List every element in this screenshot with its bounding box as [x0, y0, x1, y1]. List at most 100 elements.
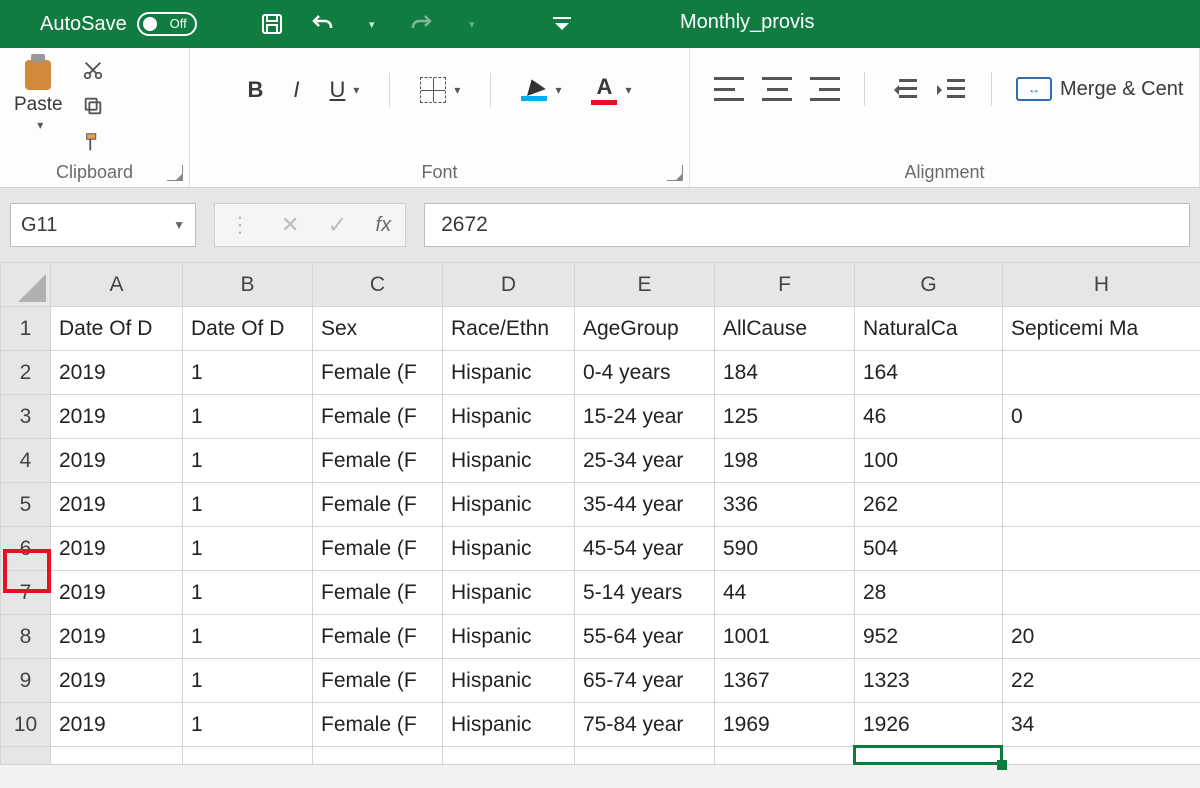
cell[interactable]: Hispanic	[443, 571, 575, 615]
cell[interactable]: 504	[855, 527, 1003, 571]
cell[interactable]	[51, 747, 183, 765]
cut-icon[interactable]	[81, 58, 105, 82]
chevron-down-icon[interactable]: ▾	[454, 83, 460, 97]
col-header-B[interactable]: B	[183, 263, 313, 307]
cell[interactable]: 2019	[51, 703, 183, 747]
cell[interactable]: 2019	[51, 571, 183, 615]
undo-icon[interactable]	[307, 9, 337, 39]
cell[interactable]: Date Of D	[51, 307, 183, 351]
cell[interactable]: 1	[183, 615, 313, 659]
table-row[interactable]: 720191Female (FHispanic5-14 years4428	[1, 571, 1200, 615]
cell[interactable]: 336	[715, 483, 855, 527]
redo-dropdown-icon[interactable]: ▾	[457, 9, 487, 39]
cell[interactable]: Hispanic	[443, 395, 575, 439]
bold-button[interactable]: B	[241, 75, 269, 105]
sheet-table[interactable]: A B C D E F G H 1 Date Of D Date Of D Se…	[0, 262, 1200, 765]
align-right-button[interactable]	[810, 77, 840, 101]
cell[interactable]: Hispanic	[443, 659, 575, 703]
copy-icon[interactable]	[81, 94, 105, 118]
col-header-F[interactable]: F	[715, 263, 855, 307]
cell[interactable]: 2019	[51, 351, 183, 395]
table-row[interactable]: 1 Date Of D Date Of D Sex Race/Ethn AgeG…	[1, 307, 1200, 351]
cell[interactable]	[855, 747, 1003, 765]
cell[interactable]: 55-64 year	[575, 615, 715, 659]
cell[interactable]: 45-54 year	[575, 527, 715, 571]
chevron-down-icon[interactable]: ▾	[353, 83, 359, 97]
fill-handle[interactable]	[997, 760, 1007, 770]
row-header[interactable]: 6	[1, 527, 51, 571]
cell[interactable]: Female (F	[313, 571, 443, 615]
chevron-down-icon[interactable]: ▾	[625, 83, 631, 97]
dialog-launcher-icon[interactable]	[667, 165, 683, 181]
cell[interactable]	[715, 747, 855, 765]
cell[interactable]: 100	[855, 439, 1003, 483]
col-header-C[interactable]: C	[313, 263, 443, 307]
cell[interactable]: Hispanic	[443, 483, 575, 527]
row-header[interactable]: 5	[1, 483, 51, 527]
col-header-E[interactable]: E	[575, 263, 715, 307]
cell[interactable]: 1	[183, 483, 313, 527]
table-row[interactable]: 320191Female (FHispanic15-24 year125460	[1, 395, 1200, 439]
cell[interactable]: 1	[183, 351, 313, 395]
cell[interactable]: Sex	[313, 307, 443, 351]
autosave-toggle[interactable]: AutoSave Off	[40, 12, 197, 36]
cell[interactable]	[1003, 351, 1200, 395]
cell[interactable]	[313, 747, 443, 765]
cell[interactable]: 44	[715, 571, 855, 615]
spreadsheet-grid[interactable]: A B C D E F G H 1 Date Of D Date Of D Se…	[0, 262, 1200, 765]
row-header[interactable]: 4	[1, 439, 51, 483]
cell[interactable]	[1003, 571, 1200, 615]
chevron-down-icon[interactable]: ▼	[173, 218, 185, 232]
cell[interactable]: 1	[183, 571, 313, 615]
cell[interactable]: Septicemi Ma	[1003, 307, 1200, 351]
cell[interactable]: 1	[183, 395, 313, 439]
merge-center-button[interactable]: ↔ Merge & Cent	[1016, 77, 1183, 101]
cell[interactable]: 65-74 year	[575, 659, 715, 703]
cell[interactable]: 125	[715, 395, 855, 439]
col-header-G[interactable]: G	[855, 263, 1003, 307]
cell[interactable]: 20	[1003, 615, 1200, 659]
cell[interactable]: 15-24 year	[575, 395, 715, 439]
cell[interactable]: Female (F	[313, 527, 443, 571]
table-row[interactable]: 620191Female (FHispanic45-54 year590504	[1, 527, 1200, 571]
align-left-button[interactable]	[714, 77, 744, 101]
cell[interactable]: 2019	[51, 439, 183, 483]
cell[interactable]	[1003, 439, 1200, 483]
table-row[interactable]	[1, 747, 1200, 765]
column-header-row[interactable]: A B C D E F G H	[1, 263, 1200, 307]
col-header-D[interactable]: D	[443, 263, 575, 307]
chevron-down-icon[interactable]: ▾	[555, 83, 561, 97]
name-box[interactable]: G11 ▼	[10, 203, 196, 247]
cell[interactable]: 2019	[51, 483, 183, 527]
save-icon[interactable]	[257, 9, 287, 39]
cell[interactable]: Female (F	[313, 351, 443, 395]
row-header[interactable]: 8	[1, 615, 51, 659]
cell[interactable]: Hispanic	[443, 439, 575, 483]
cell[interactable]: Hispanic	[443, 527, 575, 571]
cell[interactable]: 1	[183, 703, 313, 747]
cell[interactable]: 0-4 years	[575, 351, 715, 395]
cell[interactable]: 46	[855, 395, 1003, 439]
cell[interactable]: 952	[855, 615, 1003, 659]
cell[interactable]: Female (F	[313, 615, 443, 659]
italic-button[interactable]: I	[287, 75, 305, 105]
fill-color-button[interactable]: ▾	[515, 77, 567, 103]
cell[interactable]: 184	[715, 351, 855, 395]
cell[interactable]: 5-14 years	[575, 571, 715, 615]
undo-dropdown-icon[interactable]: ▾	[357, 9, 387, 39]
cell[interactable]: Hispanic	[443, 351, 575, 395]
cell[interactable]: Female (F	[313, 483, 443, 527]
cell[interactable]: 262	[855, 483, 1003, 527]
cancel-icon[interactable]: ✕	[281, 212, 299, 238]
cell[interactable]	[1003, 527, 1200, 571]
cell[interactable]: Female (F	[313, 659, 443, 703]
row-header[interactable]: 1	[1, 307, 51, 351]
cell[interactable]	[183, 747, 313, 765]
increase-indent-button[interactable]	[937, 77, 967, 101]
cell[interactable]	[443, 747, 575, 765]
cell[interactable]: AgeGroup	[575, 307, 715, 351]
cell[interactable]: Hispanic	[443, 615, 575, 659]
table-row[interactable]: 1020191Female (FHispanic75-84 year196919…	[1, 703, 1200, 747]
cell[interactable]: Date Of D	[183, 307, 313, 351]
row-header[interactable]: 10	[1, 703, 51, 747]
